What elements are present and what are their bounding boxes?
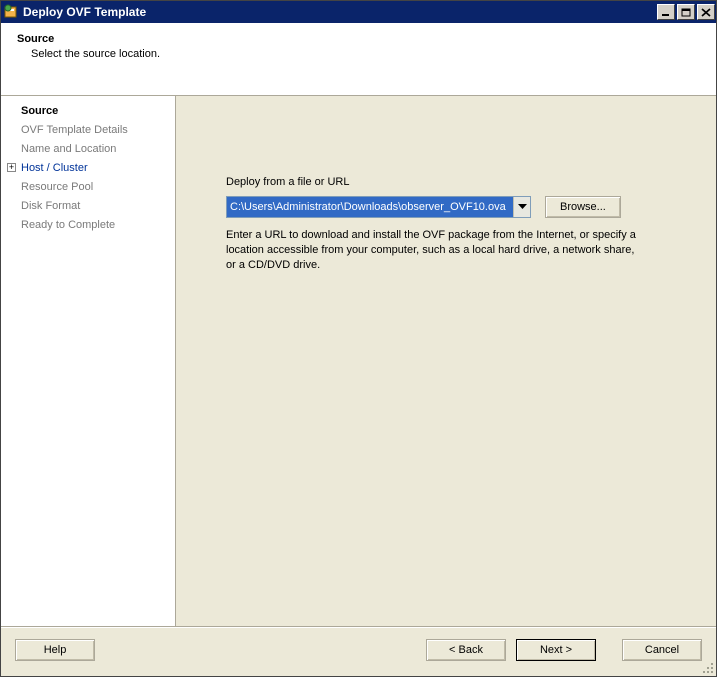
step-host-cluster-label: Host / Cluster xyxy=(21,162,88,174)
step-disk-format[interactable]: Disk Format xyxy=(1,197,175,216)
steps-sidebar: Source OVF Template Details Name and Loc… xyxy=(1,96,176,627)
source-help-text: Enter a URL to download and install the … xyxy=(226,228,646,273)
app-icon xyxy=(3,4,19,20)
close-button[interactable] xyxy=(697,4,715,20)
source-path-input[interactable] xyxy=(227,197,513,217)
step-name-location[interactable]: Name and Location xyxy=(1,140,175,159)
chevron-down-icon xyxy=(518,204,527,210)
step-host-cluster[interactable]: + Host / Cluster xyxy=(1,159,175,178)
source-path-combo[interactable] xyxy=(226,196,531,218)
help-button[interactable]: Help xyxy=(15,639,95,661)
content-pane: Deploy from a file or URL Browse... Ente… xyxy=(176,96,716,627)
step-source[interactable]: Source xyxy=(1,102,175,121)
titlebar: Deploy OVF Template xyxy=(1,1,716,23)
browse-button[interactable]: Browse... xyxy=(545,196,621,218)
step-resource-pool[interactable]: Resource Pool xyxy=(1,178,175,197)
header-subtitle: Select the source location. xyxy=(31,48,700,60)
resize-grip[interactable] xyxy=(701,661,715,675)
source-label: Deploy from a file or URL xyxy=(226,176,696,188)
minimize-button[interactable] xyxy=(657,4,675,20)
header-title: Source xyxy=(17,33,700,45)
wizard-body: Source OVF Template Details Name and Loc… xyxy=(1,96,716,627)
wizard-header: Source Select the source location. xyxy=(1,23,716,96)
wizard-footer: Help < Back Next > Cancel xyxy=(1,627,716,671)
back-button[interactable]: < Back xyxy=(426,639,506,661)
plus-icon[interactable]: + xyxy=(7,163,16,172)
window-title: Deploy OVF Template xyxy=(23,5,146,19)
cancel-button[interactable]: Cancel xyxy=(622,639,702,661)
step-ready-complete[interactable]: Ready to Complete xyxy=(1,216,175,235)
step-ovf-details[interactable]: OVF Template Details xyxy=(1,121,175,140)
dropdown-button[interactable] xyxy=(513,197,530,217)
next-button[interactable]: Next > xyxy=(516,639,596,661)
maximize-button[interactable] xyxy=(677,4,695,20)
